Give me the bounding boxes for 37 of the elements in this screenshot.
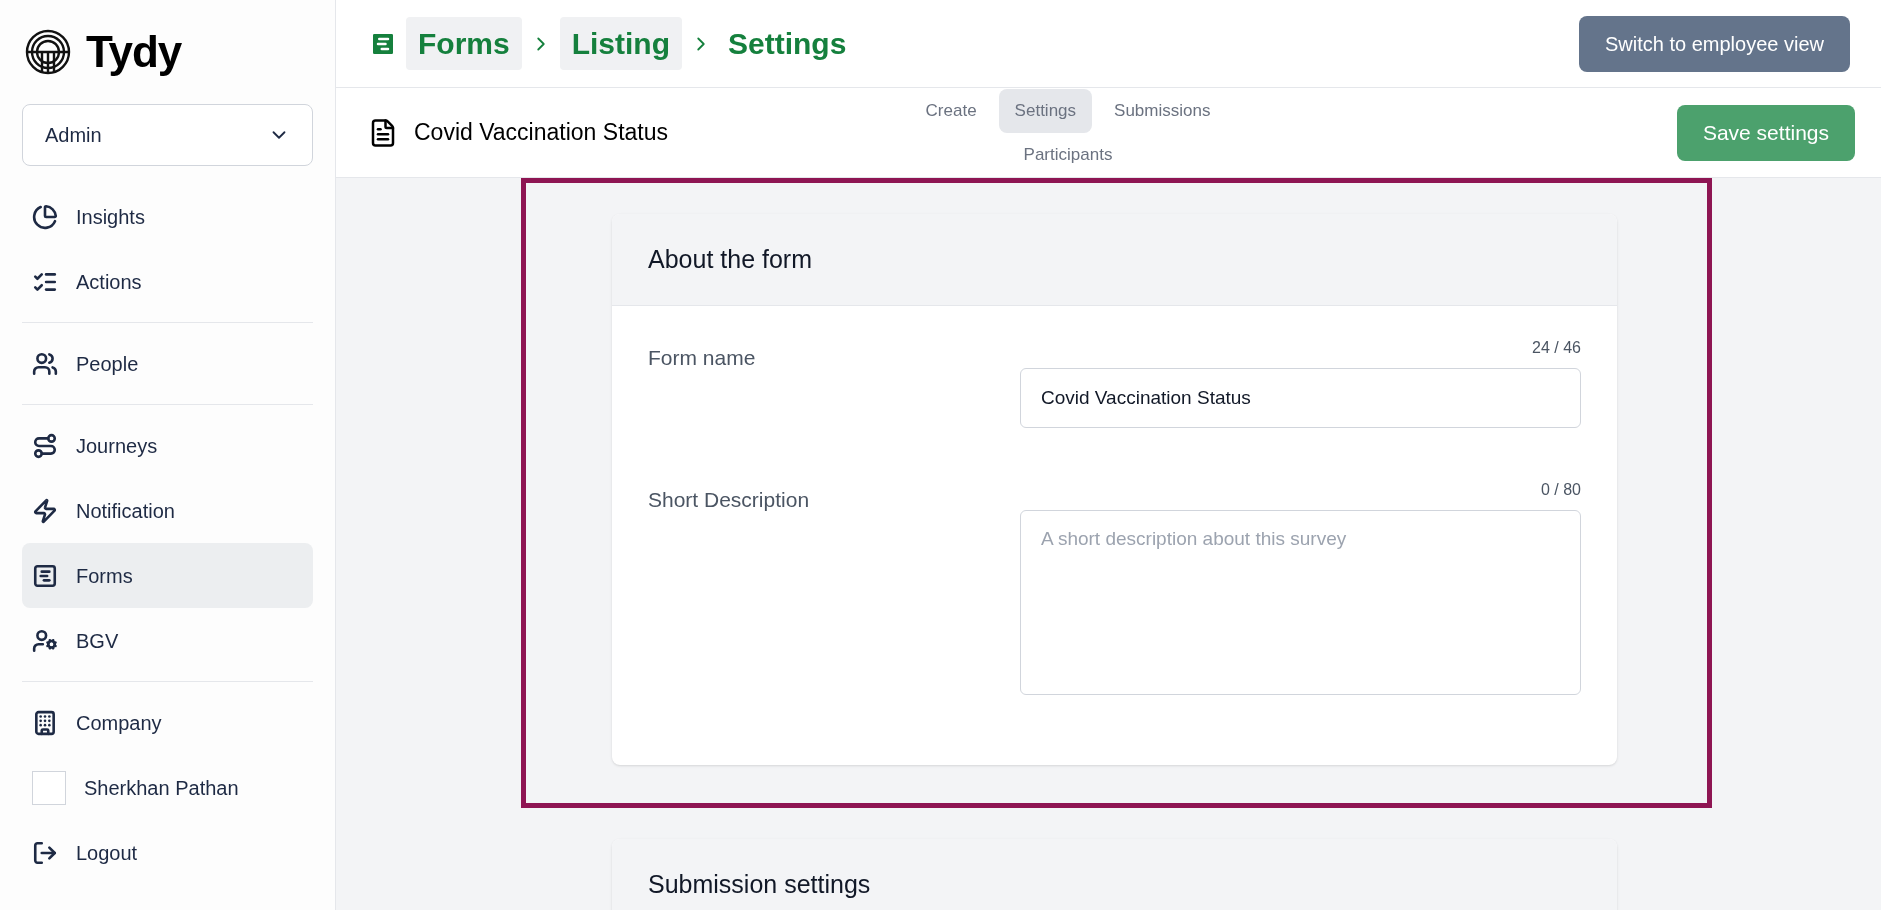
- tab[interactable]: Participants: [1007, 132, 1129, 177]
- description-field[interactable]: A short description about this survey: [1020, 510, 1581, 695]
- breadcrumb-link[interactable]: Forms: [406, 17, 522, 70]
- avatar-placeholder: [32, 770, 66, 805]
- role-select[interactable]: Admin: [22, 104, 313, 166]
- breadcrumb-link[interactable]: Listing: [559, 17, 682, 70]
- tab[interactable]: Create: [909, 88, 993, 133]
- field-label: Short Description: [648, 487, 811, 513]
- logout-icon: [32, 839, 58, 866]
- card-title: Submission settings: [648, 868, 871, 900]
- sidebar-item[interactable]: Sherkhan Pathan: [22, 755, 313, 820]
- form-icon: [32, 562, 58, 589]
- lightning-icon: [32, 497, 58, 524]
- sidebar-item[interactable]: Notification: [22, 478, 313, 543]
- form-title: Covid Vaccination Status: [414, 118, 668, 148]
- sidebar-item[interactable]: Company: [22, 690, 313, 755]
- sidebar-item[interactable]: Journeys: [22, 413, 313, 478]
- building-icon: [32, 709, 58, 736]
- card-title: About the form: [648, 243, 812, 275]
- people-icon: [32, 350, 58, 377]
- sidebar-item[interactable]: Forms: [22, 543, 313, 608]
- tab[interactable]: Submissions: [1098, 88, 1227, 133]
- brand-name: Tydy: [86, 26, 182, 78]
- users-gear-icon: [32, 627, 58, 654]
- character-counter: 0 / 80: [1540, 480, 1581, 500]
- route-icon: [32, 432, 58, 459]
- form-name-field[interactable]: Covid Vaccination Status: [1020, 368, 1581, 428]
- character-counter: 24 / 46: [1532, 338, 1581, 358]
- tab[interactable]: Settings: [998, 88, 1093, 133]
- sidebar-item[interactable]: Actions: [22, 249, 313, 314]
- sidebar-item[interactable]: BGV: [22, 608, 313, 673]
- sidebar-item[interactable]: People: [22, 331, 313, 396]
- sidebar-item[interactable]: Insights: [22, 184, 313, 249]
- field-label: Form name: [648, 345, 757, 371]
- switch-view-button[interactable]: Switch to employee view: [1579, 15, 1850, 72]
- sidebar-item[interactable]: Logout: [22, 820, 313, 885]
- pie-chart-icon: [32, 203, 58, 230]
